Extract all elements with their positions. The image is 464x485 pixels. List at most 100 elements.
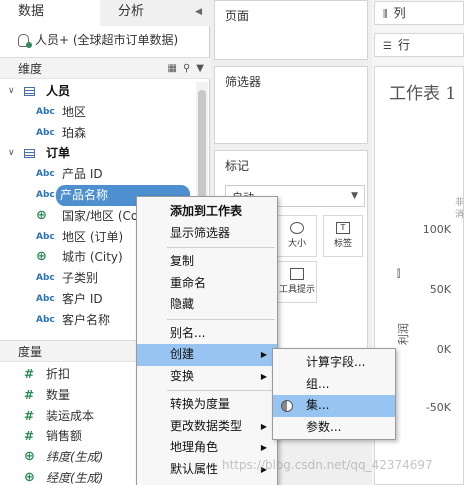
submenu-arrow-icon: ▶ xyxy=(260,350,267,359)
submenu-arrow-icon: ▶ xyxy=(260,421,267,431)
columns-icon: ⫼ xyxy=(383,9,388,20)
data-source[interactable]: 人员+ (全球超市订单数据) xyxy=(0,28,210,52)
marks-card-title: 标记 xyxy=(225,159,250,173)
menu-separator xyxy=(167,247,275,248)
field-label: 销售额 xyxy=(46,429,83,444)
string-type-icon: Abc xyxy=(36,273,55,284)
submenu-group[interactable]: 组... xyxy=(273,374,395,396)
globe-icon: ⊕ xyxy=(36,207,47,223)
field-label: 客户 ID xyxy=(62,291,103,306)
y-tick-label: 0K xyxy=(436,343,451,356)
field-label: 产品 ID xyxy=(62,167,103,182)
tab-analysis-label: 分析 xyxy=(118,4,145,19)
field-label: 客户名称 xyxy=(62,312,111,327)
rows-icon: ☰ xyxy=(383,41,392,52)
pane-tabs: 数据 分析 ◀ xyxy=(0,0,210,26)
menu-convert-to-measure[interactable]: 转换为度量 xyxy=(137,394,277,416)
field-context-menu: 添加到工作表 显示筛选器 复制 重命名 隐藏 别名... 创建 ▶ 变换 ▶ 转… xyxy=(136,196,278,485)
chevron-down-icon[interactable]: ▼ xyxy=(196,58,204,80)
chevron-down-icon[interactable]: ∨ xyxy=(8,81,15,102)
grid-view-icon[interactable]: ▦ xyxy=(168,58,177,80)
menu-show-filter[interactable]: 显示筛选器 xyxy=(137,223,277,245)
menu-create-label: 创建 xyxy=(170,347,195,361)
menu-geographic-role[interactable]: 地理角色 ▶ xyxy=(137,437,277,459)
watermark: https://blog.csdn.net/qq_42374697 xyxy=(222,458,433,472)
worksheet-title: 工作表 1 xyxy=(389,84,457,104)
field-label: 折扣 xyxy=(46,367,71,381)
number-type-icon: # xyxy=(24,367,35,381)
menu-transform[interactable]: 变换 ▶ xyxy=(137,366,277,388)
tab-analysis[interactable]: 分析 ◀ xyxy=(100,0,210,26)
tooltip-button[interactable]: 工具提示 xyxy=(277,261,317,303)
field-row[interactable]: Abc 产品 ID xyxy=(0,164,196,185)
triangle-left-icon: ◀ xyxy=(195,7,202,17)
label-button[interactable]: T 标签 xyxy=(323,215,363,257)
tooltip-icon xyxy=(290,268,304,280)
size-button[interactable]: 大小 xyxy=(277,215,317,257)
field-label: 珀森 xyxy=(62,125,87,140)
submenu-parameter[interactable]: 参数... xyxy=(273,417,395,439)
pages-shelf[interactable]: 页面 xyxy=(214,0,368,60)
bar-chart-icon: ⫿ xyxy=(397,269,401,280)
field-label: 城市 (City) xyxy=(62,250,123,265)
menu-create[interactable]: 创建 ▶ xyxy=(137,344,277,366)
menu-default-properties-label: 默认属性 xyxy=(170,461,219,476)
menu-add-to-sheet[interactable]: 添加到工作表 xyxy=(137,201,277,223)
string-type-icon: Abc xyxy=(36,314,55,325)
dimensions-title: 维度 xyxy=(18,62,43,76)
columns-shelf[interactable]: ⫼ 列 xyxy=(374,1,464,25)
globe-icon: ⊕ xyxy=(24,449,35,465)
pages-shelf-title: 页面 xyxy=(225,9,250,23)
chevron-down-icon[interactable]: ∨ xyxy=(8,143,15,164)
menu-hide[interactable]: 隐藏 xyxy=(137,294,277,316)
menu-rename[interactable]: 重命名 xyxy=(137,273,277,295)
menu-geographic-role-label: 地理角色 xyxy=(170,440,219,454)
field-label: 地区 xyxy=(62,104,87,119)
set-icon xyxy=(281,400,293,412)
string-type-icon: Abc xyxy=(36,293,55,304)
database-icon xyxy=(18,33,32,48)
group-row[interactable]: ∨ 人员 xyxy=(0,81,196,102)
group-label: 订单 xyxy=(46,146,71,161)
dimensions-header: 维度 ▦ ⚲ ▼ xyxy=(0,57,210,79)
globe-icon: ⊕ xyxy=(24,469,35,485)
tooltip-label: 工具提示 xyxy=(278,285,315,295)
string-type-icon: Abc xyxy=(36,231,55,242)
search-icon[interactable]: ⚲ xyxy=(183,58,190,80)
field-row[interactable]: Abc 地区 xyxy=(0,102,196,123)
field-label: 装运成本 xyxy=(46,408,95,423)
submenu-arrow-icon: ▶ xyxy=(260,371,267,381)
size-label: 大小 xyxy=(287,239,306,249)
field-label: 国家/地区 (Co xyxy=(62,208,139,223)
field-label: 经度(生成) xyxy=(46,470,104,485)
menu-change-data-type[interactable]: 更改数据类型 ▶ xyxy=(137,416,277,438)
y-axis-title: 利润 xyxy=(397,323,410,345)
label-label: 标签 xyxy=(333,239,352,249)
tableau-window: 数据 分析 ◀ 人员+ (全球超市订单数据) 维度 ▦ ⚲ ▼ ∨ 人员 Abc… xyxy=(0,0,464,485)
submenu-set[interactable]: 集... xyxy=(273,395,395,417)
rows-shelf[interactable]: ☰ 行 xyxy=(374,33,464,57)
group-row[interactable]: ∨ 订单 xyxy=(0,143,196,164)
y-tick-label: 50K xyxy=(429,283,451,296)
menu-transform-label: 变换 xyxy=(170,368,195,383)
field-label: 子类别 xyxy=(62,271,99,286)
menu-separator xyxy=(167,390,275,391)
text-icon: T xyxy=(336,222,350,234)
filters-shelf[interactable]: 筛选器 xyxy=(214,66,368,144)
submenu-calculated-field[interactable]: 计算字段... xyxy=(273,352,395,374)
submenu-arrow-icon: ▶ xyxy=(260,443,267,452)
menu-separator xyxy=(167,318,275,320)
field-row[interactable]: Abc 珀森 xyxy=(0,123,196,144)
field-label: 数量 xyxy=(46,387,71,402)
tab-data[interactable]: 数据 xyxy=(0,0,100,26)
number-type-icon: # xyxy=(24,408,35,423)
globe-hierarchy-icon: ⊕ xyxy=(36,249,47,265)
folder-icon xyxy=(24,87,35,96)
filters-shelf-title: 筛选器 xyxy=(225,75,262,89)
group-label: 人员 xyxy=(46,84,71,98)
menu-copy[interactable]: 复制 xyxy=(137,251,277,273)
menu-aliases[interactable]: 别名... xyxy=(137,323,277,345)
number-type-icon: # xyxy=(24,429,35,444)
menu-change-data-type-label: 更改数据类型 xyxy=(170,418,243,433)
y-tick-label: 100K xyxy=(422,223,451,236)
